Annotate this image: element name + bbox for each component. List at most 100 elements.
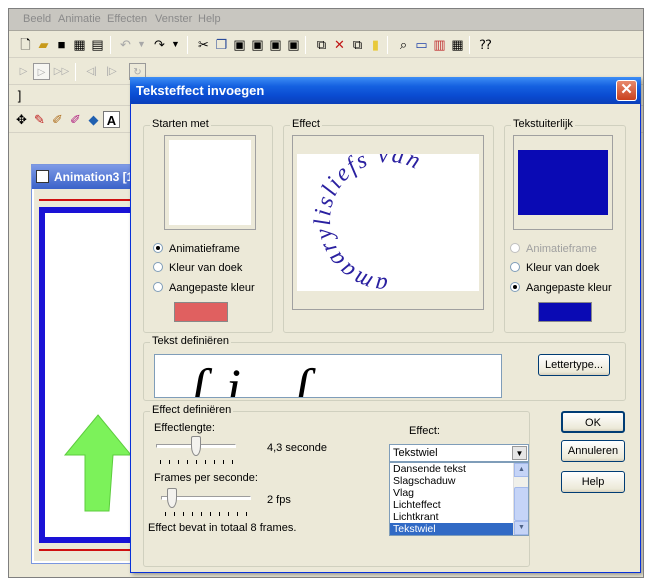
delete-frame-icon[interactable]: ✕ [331,36,348,53]
film-icon[interactable]: ▦ [449,36,466,53]
dialog-title-bar[interactable]: Teksteffect invoegen ✕ [130,77,641,104]
open-folder-icon[interactable]: ▰ [35,36,52,53]
effect-list-item[interactable]: Slagschaduw [390,475,528,487]
menu-venster[interactable]: Venster [155,13,192,25]
radio-dot [510,243,520,253]
insert-frame-icon[interactable]: ⧉ [313,36,330,53]
text-look-label: Tekstuiterlijk [511,118,575,130]
paste-after-icon[interactable]: ▣ [285,36,302,53]
menu-effecten[interactable]: Effecten [107,13,147,25]
menu-help[interactable]: Help [198,13,221,25]
effect-length-label: Effectlengte: [154,422,215,434]
first-frame-icon[interactable]: ◁| [83,63,100,80]
print-icon[interactable]: ▤ [89,36,106,53]
zoom-icon[interactable]: ⌕ [395,36,412,53]
play-icon[interactable]: ▷ [15,63,32,80]
effect-type-list[interactable]: Dansende tekst Slagschaduw Vlag Lichteffect… [389,462,529,536]
effect-type-select[interactable]: Tekstwiel ▼ [389,444,529,462]
start-custom-color-swatch[interactable] [174,302,228,322]
paste-before-icon[interactable]: ▣ [267,36,284,53]
save-icon[interactable]: ■ [53,36,70,53]
highlight-icon[interactable]: ▮ [367,36,384,53]
start-radio-canvas-color[interactable]: Kleur van doek [153,262,242,274]
fps-thumb[interactable] [166,488,177,508]
look-custom-color-swatch[interactable] [538,302,592,322]
look-radio-custom-color[interactable]: Aangepaste kleur [510,282,612,294]
define-text-label: Tekst definiëren [150,335,232,347]
color-bars-icon[interactable]: ▥ [431,36,448,53]
menu-beeld[interactable]: Beeld [23,13,51,25]
brush-tool-icon[interactable]: ✐ [49,111,66,128]
help-button[interactable]: Help [561,471,625,493]
new-file-icon[interactable]: 🗋 [17,36,34,53]
effect-list-item[interactable]: Lichteffect [390,499,528,511]
text-look-preview [513,135,613,230]
text-effect-dialog: Teksteffect invoegen ✕ Starten met Anima… [130,77,641,573]
frame-properties-icon[interactable]: ⧉ [349,36,366,53]
text-look-preview-canvas [518,150,608,215]
text-wheel-glyphs: amaarylisliefs van [310,154,426,291]
effect-length-ticks [160,460,240,464]
move-tool-icon[interactable]: ✥ [13,111,30,128]
effect-length-value: 4,3 seconde [267,442,327,454]
radio-dot [153,282,163,292]
effect-list-item[interactable]: Dansende tekst [390,463,528,475]
pencil-tool-icon[interactable]: ✎ [31,111,48,128]
radio-label: Aangepaste kleur [169,282,255,294]
effect-list-item[interactable]: Lichtkrant [390,511,528,523]
cancel-button[interactable]: Annuleren [561,440,625,462]
undo-dropdown-icon[interactable]: ▼ [133,36,150,53]
fps-ticks [165,512,251,516]
fill-tool-icon[interactable]: ◆ [85,111,102,128]
chevron-down-icon[interactable]: ▼ [512,446,527,460]
redo-dropdown-icon[interactable]: ▼ [167,36,184,53]
menu-animatie[interactable]: Animatie [58,13,101,25]
text-look-group: Tekstuiterlijk Animatieframe Kleur van d… [504,118,626,333]
toolbar-separator [187,36,188,54]
start-preview-canvas [169,140,251,225]
effect-list-item[interactable]: Vlag [390,487,528,499]
radio-dot [153,243,163,253]
ok-button[interactable]: OK [561,411,625,433]
text-input[interactable]: ſi ſ [154,354,502,398]
eraser-tool-icon[interactable]: ✐ [67,111,84,128]
play-selected-icon[interactable]: ▷ [33,63,50,80]
radio-label: Aangepaste kleur [526,282,612,294]
text-tool-icon[interactable]: A [103,111,120,128]
effect-group: Effect amaarylisliefs van [283,118,494,333]
save-all-icon[interactable]: ▦ [71,36,88,53]
start-radio-custom-color[interactable]: Aangepaste kleur [153,282,255,294]
scroll-thumb[interactable] [514,487,528,521]
scroll-down-icon[interactable]: ▼ [514,521,528,535]
start-preview [164,135,256,230]
define-effect-group: Effect definiëren Effectlengte: 4,3 seco… [143,404,530,567]
last-frame-icon[interactable]: |▷ [103,63,120,80]
redo-icon[interactable]: ↷ [151,36,168,53]
fast-forward-icon[interactable]: ▷▷ [53,63,70,80]
effect-list-item[interactable]: Tekstwiel [390,523,528,535]
scroll-up-icon[interactable]: ▲ [514,463,528,477]
paste-frame-icon[interactable]: ▣ [249,36,266,53]
radio-dot [510,262,520,272]
effect-length-thumb[interactable] [191,436,201,456]
help-pointer-icon[interactable]: ⁇ [477,36,494,53]
effect-list-scrollbar[interactable]: ▲ ▼ [513,463,528,535]
fps-value: 2 fps [267,494,291,506]
effect-type-list-items: Dansende tekst Slagschaduw Vlag Lichteffect… [390,463,528,535]
cut-icon[interactable]: ✂ [195,36,212,53]
view-icon[interactable]: ▭ [413,36,430,53]
radio-dot [153,262,163,272]
paste-icon[interactable]: ▣ [231,36,248,53]
radio-label: Animatieframe [526,243,597,255]
start-with-group: Starten met Animatieframe Kleur van doek… [143,118,273,333]
define-text-group: Tekst definiëren ſi ſ Lettertype... [143,335,626,401]
look-radio-canvas-color[interactable]: Kleur van doek [510,262,599,274]
close-icon[interactable]: ✕ [616,80,637,101]
undo-icon[interactable]: ↶ [117,36,134,53]
text-input-value: ſi ſ [191,358,330,398]
font-button[interactable]: Lettertype... [538,354,610,376]
toolbar-separator [469,36,470,54]
animation-window-title: Animation3 [1: [54,170,138,184]
copy-icon[interactable]: ❐ [213,36,230,53]
start-radio-animation-frame[interactable]: Animatieframe [153,243,240,255]
